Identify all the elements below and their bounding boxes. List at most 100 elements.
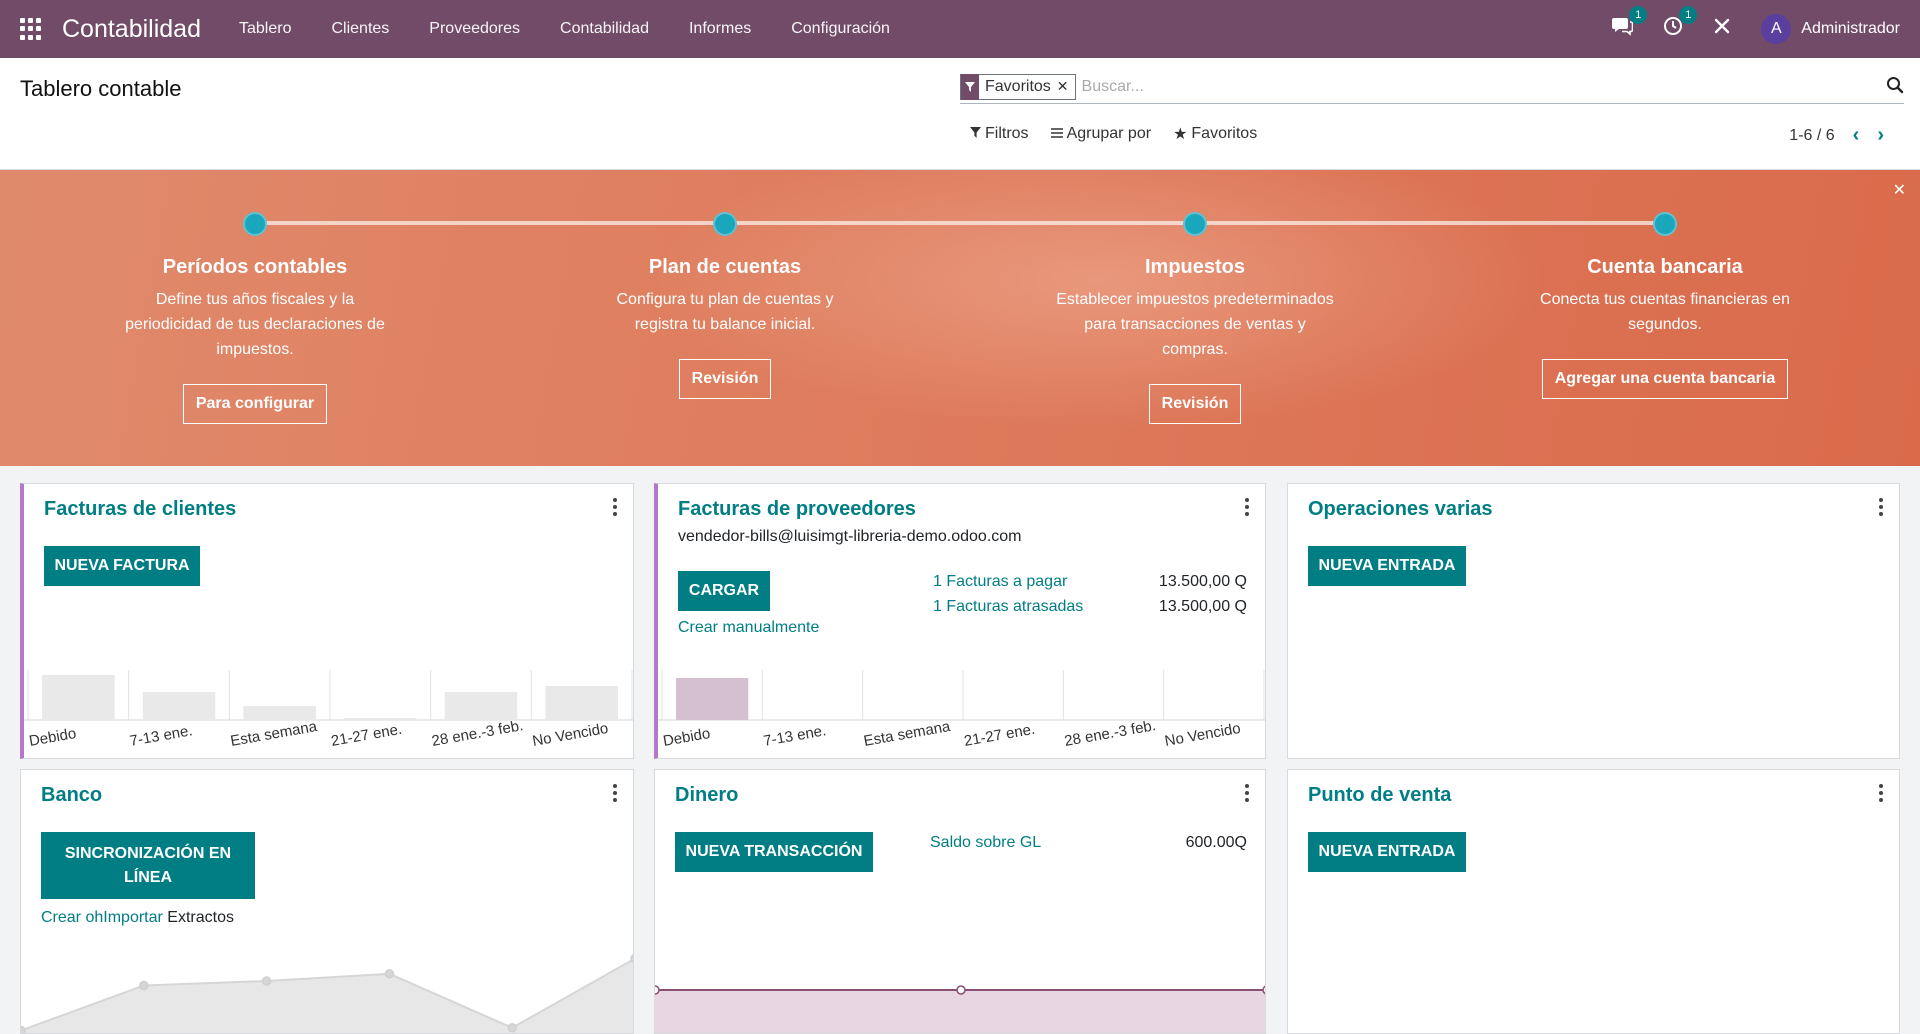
user-menu[interactable]: A Administrador — [1761, 14, 1900, 44]
step-dot — [243, 212, 267, 236]
bank-balance-chart[interactable] — [21, 935, 634, 1034]
data-point — [384, 969, 395, 979]
tools-icon[interactable] — [1713, 17, 1731, 41]
chevron-left-icon[interactable]: ‹ — [1853, 124, 1860, 147]
step-title: Períodos contables — [162, 256, 348, 278]
activity-clock-icon[interactable]: 1 — [1663, 6, 1698, 42]
menu-configuracion[interactable]: Configuración — [771, 20, 910, 38]
gl-balance-label[interactable]: Saldo sobre GL — [930, 834, 1041, 852]
create-manually-link[interactable]: Crear manualmente — [678, 619, 819, 637]
kebab-menu-icon[interactable] — [1245, 784, 1251, 802]
create-link[interactable]: Crear — [41, 909, 81, 926]
tick-label: 7-13 ene. — [128, 722, 193, 750]
app-brand[interactable]: Contabilidad — [62, 15, 201, 44]
filter-icon — [970, 125, 981, 143]
chart-bar — [676, 678, 749, 720]
new-entry-button[interactable]: NUEVA ENTRADA — [1308, 546, 1466, 586]
stat-label[interactable]: 1 Facturas atrasadas — [933, 598, 1083, 615]
pager-value[interactable]: 1-6 / 6 — [1789, 127, 1834, 145]
card-title[interactable]: Operaciones varias — [1308, 498, 1493, 521]
pager: 1-6 / 6 ‹ › — [1789, 124, 1884, 147]
card-title[interactable]: Punto de venta — [1308, 784, 1451, 807]
close-icon[interactable]: ✕ — [1893, 180, 1906, 200]
gl-balance-value: 600.00Q — [1185, 834, 1247, 851]
vendor-bills-email: vendedor-bills@luisimgt-libreria-demo.od… — [678, 528, 1022, 545]
cash-balance-chart[interactable] — [655, 935, 1266, 1034]
tick-label: Debido — [28, 725, 78, 750]
group-by-label: Agrupar por — [1066, 125, 1152, 142]
kebab-menu-icon[interactable] — [613, 498, 619, 516]
new-entry-button[interactable]: NUEVA ENTRADA — [1308, 832, 1466, 872]
group-by-dropdown[interactable]: Agrupar por — [1050, 124, 1152, 144]
facet-remove-icon[interactable]: ✕ — [1057, 78, 1075, 95]
onboarding-timeline — [255, 221, 1665, 225]
review-chart-button[interactable]: Revisión — [678, 359, 772, 399]
activity-badge: 1 — [1679, 6, 1698, 24]
search-icon[interactable] — [1886, 76, 1904, 99]
vendor-bills-card: Facturas de proveedores vendedor-bills@l… — [654, 483, 1266, 759]
onboarding-banner: ✕ Períodos contables Define tus años fis… — [0, 170, 1920, 466]
search-facet: Favoritos ✕ — [960, 73, 1076, 100]
menu-clientes[interactable]: Clientes — [311, 20, 409, 38]
kebab-menu-icon[interactable] — [613, 784, 619, 802]
data-point — [956, 985, 966, 995]
menu-tablero[interactable]: Tablero — [219, 20, 311, 38]
menu-informes[interactable]: Informes — [669, 20, 771, 38]
onboarding-step-bank: Cuenta bancaria Conecta tus cuentas fina… — [1515, 256, 1815, 399]
vendor-bills-chart[interactable]: Debido 7-13 ene. Esta semana 21-27 ene. 28 e… — [658, 660, 1266, 759]
upload-button[interactable]: CARGAR — [678, 571, 770, 611]
review-taxes-button[interactable]: Revisión — [1148, 384, 1242, 424]
tick-label: 28 ene.-3 feb. — [430, 717, 524, 750]
filters-dropdown[interactable]: Filtros — [970, 124, 1029, 144]
card-title[interactable]: Facturas de clientes — [44, 498, 236, 521]
cash-card: Dinero NUEVA TRANSACCIÓN Saldo sobre GL … — [654, 769, 1266, 1034]
tick-label: Esta semana — [862, 718, 952, 750]
card-title[interactable]: Facturas de proveedores — [678, 498, 916, 521]
import-statements-link[interactable]: Importar — [103, 909, 163, 926]
chart-bar — [243, 706, 316, 720]
search-input[interactable] — [1081, 77, 1904, 96]
data-point — [655, 985, 660, 995]
control-panel: Tablero contable Favoritos ✕ Filtros Agr… — [0, 58, 1920, 170]
bank-card: Banco SINCRONIZACIÓN EN LÍNEA Crear ohIm… — [20, 769, 634, 1034]
step-dot — [1183, 212, 1207, 236]
filter-icon — [961, 73, 979, 100]
late-bills-link[interactable]: 1 Facturas atrasadas — [933, 598, 1083, 616]
chart-bar — [142, 692, 216, 720]
facet-label: Favoritos — [985, 77, 1051, 95]
onboarding-step-taxes: Impuestos Establecer impuestos predeterm… — [1045, 256, 1345, 424]
apps-grid-icon[interactable] — [20, 18, 42, 40]
stat-label[interactable]: 1 Facturas a pagar — [933, 573, 1067, 590]
data-point — [507, 1023, 517, 1033]
chart-bar — [344, 718, 417, 720]
new-transaction-button[interactable]: NUEVA TRANSACCIÓN — [675, 832, 873, 872]
kebab-menu-icon[interactable] — [1245, 498, 1251, 516]
step-description: Establecer impuestos predeterminados par… — [1056, 291, 1334, 358]
new-invoice-button[interactable]: NUEVA FACTURA — [44, 546, 200, 586]
tick-label: Esta semana — [229, 718, 319, 750]
user-name: Administrador — [1801, 20, 1900, 37]
menu-contabilidad[interactable]: Contabilidad — [540, 20, 669, 38]
tick-label: 21-27 ene. — [330, 721, 404, 750]
search-options: Filtros Agrupar por ★ Favoritos — [970, 124, 1257, 144]
add-bank-account-button[interactable]: Agregar una cuenta bancaria — [1541, 359, 1789, 399]
messages-icon[interactable]: 1 — [1611, 6, 1648, 42]
online-sync-button[interactable]: SINCRONIZACIÓN EN LÍNEA — [41, 832, 255, 899]
kebab-menu-icon[interactable] — [1879, 784, 1885, 802]
customer-invoices-chart[interactable]: Debido 7-13 ene. Esta semana 21-27 ene. 28 e… — [24, 660, 634, 759]
configure-periods-button[interactable]: Para configurar — [182, 384, 328, 424]
step-dot — [1653, 212, 1677, 236]
chart-bar — [42, 675, 115, 720]
bills-to-pay-value: 13.500,00 Q — [1158, 573, 1247, 590]
favorites-dropdown[interactable]: ★ Favoritos — [1173, 124, 1257, 144]
chevron-right-icon[interactable]: › — [1877, 124, 1884, 147]
menu-proveedores[interactable]: Proveedores — [409, 20, 540, 38]
card-title[interactable]: Dinero — [675, 784, 738, 807]
card-title[interactable]: Banco — [41, 784, 102, 807]
search-bar: Favoritos ✕ — [960, 70, 1904, 104]
bills-to-pay-link[interactable]: 1 Facturas a pagar — [933, 573, 1067, 591]
button-line: LÍNEA — [124, 869, 172, 886]
onboarding-step-fiscal: Períodos contables Define tus años fisca… — [105, 256, 405, 424]
data-point — [261, 976, 272, 986]
kebab-menu-icon[interactable] — [1879, 498, 1885, 516]
